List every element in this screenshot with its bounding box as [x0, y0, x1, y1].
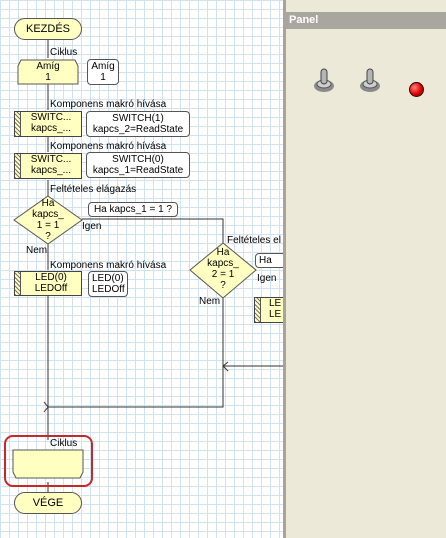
macro2-section-label: Komponens makró hívása [50, 141, 167, 152]
macro1-block[interactable]: SWITC... kapcs_... [14, 111, 82, 137]
loop-shape-label[interactable]: Amíg 1 [20, 61, 76, 83]
panel-title: Panel [286, 12, 446, 29]
decision1-yes-label: Igen [82, 221, 102, 232]
macro1-shape-label: SWITC... kapcs_... [30, 112, 72, 134]
decision1-section-label: Feltételes elágazás [50, 184, 137, 195]
panel-pane: Panel [286, 0, 446, 538]
macro3-shape-label: LED(0) LEDOff [34, 272, 68, 294]
loop-end-block[interactable] [13, 450, 83, 478]
decision1-shape-label[interactable]: Ha kapcs_ 1 = 1 ? [24, 198, 72, 242]
macro1-bubble: SWITCH(1) kapcs_2=ReadState [86, 111, 190, 137]
decision2-shape-label[interactable]: Ha kapcs_ 2 = 1 ? [199, 247, 247, 291]
loop-section-label: Ciklus [50, 47, 78, 58]
macro2-block[interactable]: SWITC... kapcs_... [14, 153, 82, 179]
end-terminal[interactable]: VÉGE [14, 492, 82, 514]
macro4-shape-label: LE LE [269, 298, 282, 320]
decision2-no-label: Nem [199, 296, 221, 307]
loop-end-section-label: Ciklus [50, 438, 78, 449]
decision2-bubble: Ha [255, 253, 283, 268]
flowchart-canvas[interactable]: KEZDÉS Ciklus Amíg 1 Amíg 1 Komponens ma… [0, 0, 283, 538]
macro3-block[interactable]: LED(0) LEDOff [14, 271, 82, 296]
macro2-shape-label: SWITC... kapcs_... [30, 154, 72, 176]
decision1-bubble: Ha kapcs_1 = 1 ? [88, 202, 178, 217]
toggle-switch-1[interactable] [312, 66, 336, 97]
toggle-switch-2[interactable] [358, 66, 382, 97]
led-indicator [409, 82, 424, 97]
end-label: VÉGE [32, 497, 64, 509]
decision1-no-label: Nem [26, 245, 48, 256]
decision2-section-label: Feltételes el [227, 235, 281, 246]
macro4-block[interactable]: LE LE [254, 297, 283, 323]
macro1-section-label: Komponens makró hívása [50, 99, 167, 110]
start-label: KEZDÉS [25, 23, 70, 35]
toggle-switch-icon [314, 68, 334, 92]
loop-bubble: Amíg 1 [87, 59, 119, 85]
decision2-yes-label: Igen [257, 273, 277, 284]
macro3-bubble: LED(0) LEDOff [88, 271, 128, 297]
toggle-switch-icon [360, 68, 380, 92]
start-terminal[interactable]: KEZDÉS [14, 18, 82, 40]
macro3-section-label: Komponens makró hívása [50, 260, 167, 271]
macro2-bubble: SWITCH(0) kapcs_1=ReadState [86, 152, 190, 178]
